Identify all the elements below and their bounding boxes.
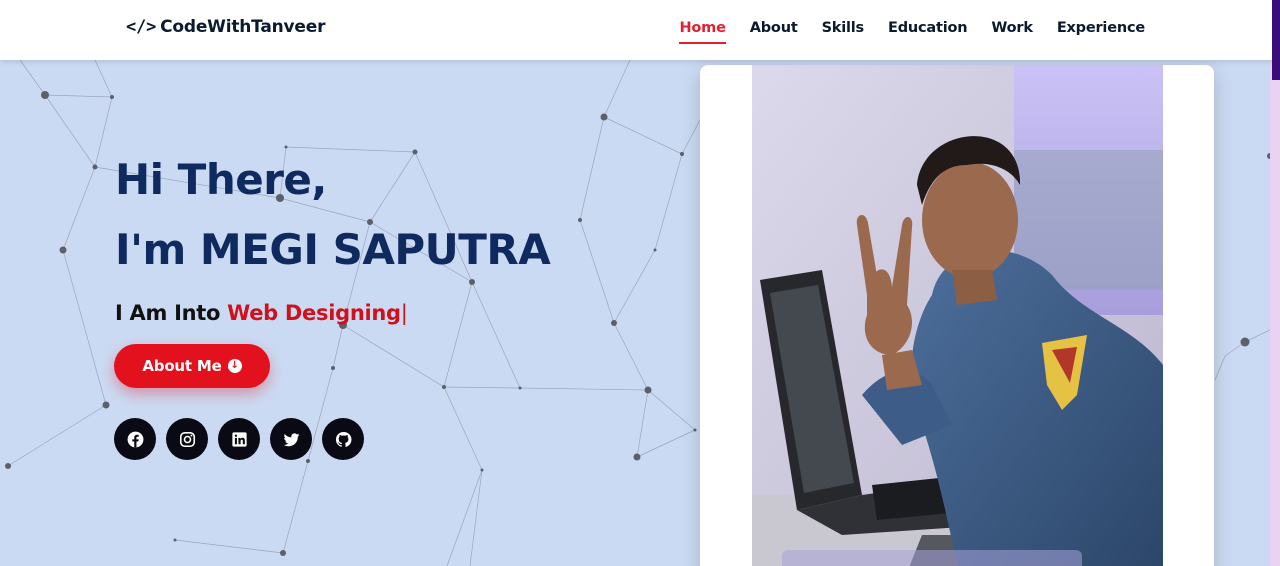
nav-item-education[interactable]: Education xyxy=(888,20,968,42)
profile-photo-illustration xyxy=(752,65,1163,566)
github-icon xyxy=(335,431,351,447)
greeting-line-1: Hi There, xyxy=(115,155,327,204)
profile-photo-card xyxy=(700,65,1214,566)
nav-item-about[interactable]: About xyxy=(750,20,798,42)
typed-role-text: I Am Into Web Designing| xyxy=(115,301,550,325)
linkedin-link[interactable] xyxy=(218,418,260,460)
facebook-icon xyxy=(127,431,143,447)
hero-heading: Hi There, I'm MEGI SAPUTRA xyxy=(115,145,551,285)
typed-prefix: I Am Into xyxy=(115,301,221,325)
typed-role: Web Designing xyxy=(227,301,401,325)
brand-logo[interactable]: </> CodeWithTanveer xyxy=(126,17,325,37)
instagram-link[interactable] xyxy=(166,418,208,460)
adjacent-section-strip xyxy=(1270,60,1280,566)
twitter-icon xyxy=(283,432,299,446)
twitter-link[interactable] xyxy=(270,418,312,460)
code-icon: </> xyxy=(126,17,157,37)
scrollbar-thumb[interactable] xyxy=(1272,0,1280,80)
about-me-label: About Me xyxy=(142,357,222,375)
instagram-icon xyxy=(179,431,195,447)
nav-item-skills[interactable]: Skills xyxy=(822,20,865,42)
typing-cursor: | xyxy=(400,301,408,325)
about-me-button[interactable]: About Me ↓ xyxy=(114,344,270,388)
social-links xyxy=(114,418,364,460)
nav-item-experience[interactable]: Experience xyxy=(1057,20,1145,42)
brand-name: CodeWithTanveer xyxy=(160,17,326,37)
greeting-line-2: I'm MEGI SAPUTRA xyxy=(115,225,551,274)
arrow-down-circle-icon: ↓ xyxy=(227,359,242,373)
navbar: </> CodeWithTanveer Home About Skills Edu… xyxy=(0,0,1280,60)
profile-photo xyxy=(752,65,1163,566)
nav-item-home[interactable]: Home xyxy=(679,20,726,44)
linkedin-icon xyxy=(231,431,247,447)
main-nav: Home About Skills Education Work Experie… xyxy=(679,20,1145,44)
github-link[interactable] xyxy=(322,418,364,460)
facebook-link[interactable] xyxy=(114,418,156,460)
nav-item-work[interactable]: Work xyxy=(991,20,1033,42)
hero-intro: Hi There, I'm MEGI SAPUTRA I Am Into Web… xyxy=(115,145,551,325)
